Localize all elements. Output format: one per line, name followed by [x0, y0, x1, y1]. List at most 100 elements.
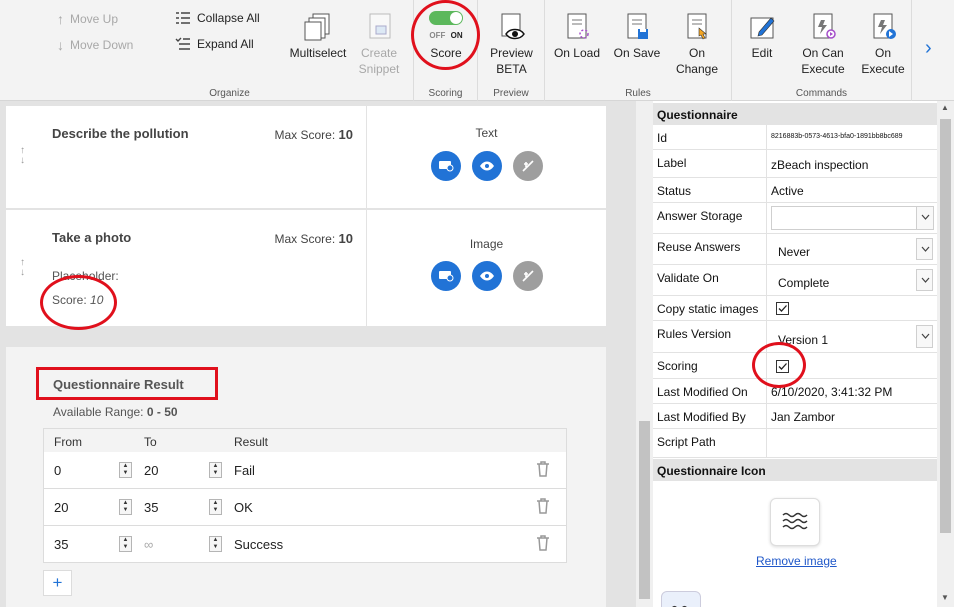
col-to: To: [144, 435, 157, 449]
result-table: From To Result 0 ▲ ▼ 20 ▲ ▼ Fail 20 ▲ ▼ 35 …: [43, 428, 567, 563]
scroll-down-arrow-icon[interactable]: ▼: [941, 593, 949, 602]
expand-all-icon: [175, 37, 190, 50]
from-value[interactable]: 0: [54, 463, 61, 478]
properties-scrollbar[interactable]: ▲ ▼: [937, 101, 954, 607]
chevron-down-icon[interactable]: [916, 325, 933, 348]
move-down-button[interactable]: ↓ Move Down: [57, 37, 133, 53]
on-change-button[interactable]: On Change: [671, 12, 723, 77]
score-settings-icon[interactable]: [431, 261, 461, 291]
highlight-score-value-ring: [40, 275, 117, 330]
multiselect-button[interactable]: Multiselect: [288, 12, 348, 61]
to-spinner[interactable]: ▲ ▼: [209, 462, 222, 478]
chevron-down-icon[interactable]: [916, 269, 933, 291]
prop-script-path: Script Path: [653, 429, 937, 458]
chevron-down-icon[interactable]: [916, 238, 933, 260]
on-execute-icon: [873, 13, 896, 39]
expand-all-button[interactable]: Expand All: [175, 37, 254, 51]
visibility-eye-icon[interactable]: [472, 151, 502, 181]
trash-icon[interactable]: [536, 535, 550, 551]
from-spinner[interactable]: ▲ ▼: [119, 499, 132, 515]
question-type-panel-1: Text: [367, 106, 606, 208]
required-disabled-icon[interactable]: [513, 151, 543, 181]
result-row: 0 ▲ ▼ 20 ▲ ▼ Fail: [43, 452, 567, 489]
waves-icon: [782, 512, 808, 530]
on-load-button[interactable]: On Load: [551, 12, 603, 61]
question-type-label: Text: [475, 126, 498, 140]
waves-icon: [672, 605, 687, 607]
question-type-label: Image: [469, 237, 504, 251]
question-card-1[interactable]: ↑ ↓ Describe the pollution Max Score: 10: [6, 106, 366, 208]
from-spinner[interactable]: ▲ ▼: [119, 536, 132, 552]
from-value[interactable]: 35: [54, 537, 68, 552]
result-value[interactable]: Fail: [234, 463, 255, 478]
collapse-all-button[interactable]: Collapse All: [175, 11, 260, 25]
properties-panel: Questionnaire Id 8216883b-0573-4613-bfa0…: [653, 101, 937, 607]
ribbon: ↑ Move Up ↓ Move Down Collapse All Expan…: [0, 0, 954, 101]
prop-copy-static-images: Copy static images: [653, 296, 937, 321]
visibility-eye-icon[interactable]: [472, 261, 502, 291]
answer-storage-select[interactable]: [771, 206, 934, 230]
reuse-answers-select[interactable]: Never: [771, 237, 934, 261]
trash-icon[interactable]: [536, 498, 550, 514]
to-value[interactable]: 35: [144, 500, 158, 515]
trash-icon[interactable]: [536, 461, 550, 477]
collapse-all-icon: [176, 12, 190, 24]
group-label-organize: Organize: [209, 88, 250, 99]
move-up-button[interactable]: ↑ Move Up: [57, 11, 118, 27]
arrow-down-icon: ↓: [57, 37, 64, 53]
from-value[interactable]: 20: [54, 500, 68, 515]
create-snippet-button[interactable]: Create Snippet: [351, 12, 407, 77]
edit-button[interactable]: Edit: [738, 12, 786, 61]
preview-eye-icon: [501, 13, 525, 40]
ribbon-group-organize: ↑ Move Up ↓ Move Down Collapse All Expan…: [46, 0, 414, 101]
result-value[interactable]: OK: [234, 500, 253, 515]
add-result-button[interactable]: +: [43, 570, 72, 596]
max-score: Max Score: 10: [274, 127, 354, 142]
on-can-execute-button[interactable]: On Can Execute: [795, 12, 851, 77]
prop-id: Id 8216883b-0573-4613-bfa0-1891bb8bc689: [653, 125, 937, 150]
validate-on-select[interactable]: Complete: [771, 268, 934, 292]
status-value: Active: [771, 184, 804, 198]
scroll-up-arrow-icon[interactable]: ▲: [941, 103, 949, 112]
max-score: Max Score: 10: [274, 231, 354, 246]
chevron-down-icon[interactable]: [916, 207, 933, 229]
rules-version-select[interactable]: Version 1: [771, 324, 934, 349]
available-range: Available Range: 0 - 50: [53, 405, 178, 419]
next-icon-preview[interactable]: [661, 591, 701, 607]
score-settings-icon[interactable]: [431, 151, 461, 181]
drag-handle-icon[interactable]: ↑ ↓: [20, 258, 25, 278]
section-questionnaire-icon: Questionnaire Icon: [653, 459, 937, 481]
to-value[interactable]: ∞: [144, 537, 153, 552]
result-title: Questionnaire Result: [53, 377, 184, 392]
question-title: Describe the pollution: [52, 126, 189, 141]
group-label-rules: Rules: [625, 88, 651, 99]
id-value[interactable]: 8216883b-0573-4613-bfa0-1891bb8bc689: [771, 133, 903, 140]
on-execute-button[interactable]: On Execute: [857, 12, 909, 77]
from-spinner[interactable]: ▲ ▼: [119, 462, 132, 478]
col-from: From: [54, 435, 82, 449]
highlight-scoring-checkbox-ring: [752, 342, 806, 388]
properties-scrollbar-thumb[interactable]: [940, 119, 951, 533]
questions-scrollbar-thumb[interactable]: [639, 421, 650, 599]
to-spinner[interactable]: ▲ ▼: [209, 536, 222, 552]
on-save-button[interactable]: On Save: [611, 12, 663, 61]
to-spinner[interactable]: ▲ ▼: [209, 499, 222, 515]
result-value[interactable]: Success: [234, 537, 283, 552]
question-actions: [431, 261, 543, 291]
questions-scrollbar[interactable]: [636, 101, 653, 607]
label-field[interactable]: zBeach inspection: [771, 158, 868, 172]
drag-handle-icon[interactable]: ↑ ↓: [20, 146, 25, 166]
last-modified-on-value: 6/10/2020, 3:41:32 PM: [771, 385, 893, 399]
remove-image-link[interactable]: Remove image: [756, 554, 837, 568]
prop-validate-on: Validate On Complete: [653, 265, 937, 296]
required-disabled-icon[interactable]: [513, 261, 543, 291]
ribbon-scroll-right-button[interactable]: ›: [925, 36, 943, 60]
copy-static-images-checkbox[interactable]: [776, 302, 789, 315]
questionnaire-icon-preview[interactable]: [770, 498, 820, 546]
preview-beta-button[interactable]: Preview BETA: [484, 12, 539, 77]
highlight-score-ring: [411, 0, 480, 70]
edit-pencil-icon: [750, 17, 775, 39]
to-value[interactable]: 20: [144, 463, 158, 478]
on-can-execute-icon: [813, 13, 836, 39]
on-save-icon: [627, 13, 648, 39]
